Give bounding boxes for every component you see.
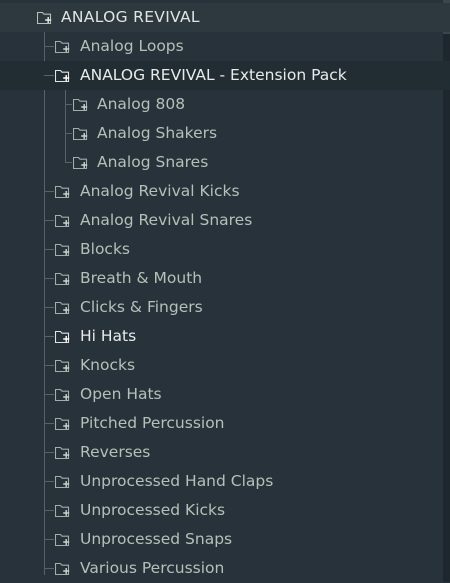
folder-add-icon (55, 504, 71, 518)
tree-folder-item[interactable]: Various Percussion (0, 554, 450, 583)
tree-branch-line (65, 104, 72, 105)
tree-folder-item[interactable]: Reverses (0, 438, 450, 467)
tree-folder-label: Knocks (80, 356, 136, 374)
folder-add-icon (55, 330, 71, 344)
tree-folder-item[interactable]: Breath & Mouth (0, 264, 450, 293)
tree-branch-line (44, 423, 54, 424)
tree-folder-label: Unprocessed Kicks (80, 501, 226, 519)
tree-branch-line (44, 278, 54, 279)
tree-branch-line (65, 133, 72, 134)
tree-folder-label: Analog Loops (80, 37, 184, 55)
tree-folder-item[interactable]: Analog Revival Snares (0, 206, 450, 235)
tree-root-folder[interactable]: ANALOG REVIVAL (0, 3, 450, 32)
tree-folder-label: Analog 808 (97, 95, 186, 113)
tree-folder-item[interactable]: ANALOG REVIVAL - Extension Pack (0, 61, 450, 90)
folder-add-icon (55, 359, 71, 373)
tree-branch-line (44, 452, 54, 453)
folder-add-icon (73, 156, 89, 170)
tree-root-label: ANALOG REVIVAL (61, 8, 200, 26)
tree-branch-line (44, 46, 54, 47)
tree-folder-item[interactable]: Unprocessed Kicks (0, 496, 450, 525)
tree-branch-line (44, 394, 54, 395)
tree-branch-line (44, 249, 54, 250)
tree-folder-label: Reverses (80, 443, 151, 461)
tree-folder-item[interactable]: Unprocessed Hand Claps (0, 467, 450, 496)
tree-folder-item[interactable]: Unprocessed Snaps (0, 525, 450, 554)
folder-add-icon (73, 98, 89, 112)
folder-add-icon (55, 562, 71, 576)
tree-folder-item[interactable]: Analog Revival Kicks (0, 177, 450, 206)
tree-folder-item[interactable]: Analog 808 (0, 90, 450, 119)
tree-folder-item[interactable]: Pitched Percussion (0, 409, 450, 438)
tree-folder-label: ANALOG REVIVAL - Extension Pack (80, 66, 347, 84)
folder-add-icon (55, 446, 71, 460)
tree-branch-line (44, 481, 54, 482)
tree-folder-label: Hi Hats (80, 327, 137, 345)
tree-branch-line (44, 220, 54, 221)
tree-branch-line (44, 307, 54, 308)
tree-folder-label: Various Percussion (80, 559, 225, 577)
tree-folder-item[interactable]: Open Hats (0, 380, 450, 409)
folder-add-icon (55, 214, 71, 228)
tree-folder-label: Unprocessed Snaps (80, 530, 233, 548)
folder-add-icon (55, 388, 71, 402)
tree-branch-line (44, 191, 54, 192)
tree-folder-label: Breath & Mouth (80, 269, 203, 287)
tree-folder-item[interactable]: Hi Hats (0, 322, 450, 351)
tree-branch-line (44, 568, 54, 569)
folder-add-icon (55, 243, 71, 257)
folder-add-icon (55, 417, 71, 431)
tree-folder-label: Unprocessed Hand Claps (80, 472, 274, 490)
tree-folder-label: Analog Snares (97, 153, 209, 171)
tree-folder-item[interactable]: Knocks (0, 351, 450, 380)
tree-folder-label: Analog Revival Kicks (80, 182, 240, 200)
tree-folder-item[interactable]: Analog Snares (0, 148, 450, 177)
folder-add-icon (55, 185, 71, 199)
folder-add-icon (55, 301, 71, 315)
tree-folder-label: Clicks & Fingers (80, 298, 203, 316)
folder-add-icon (55, 533, 71, 547)
tree-folder-item[interactable]: Analog Shakers (0, 119, 450, 148)
tree-branch-line (44, 510, 54, 511)
folder-add-icon (55, 475, 71, 489)
tree-folder-label: Pitched Percussion (80, 414, 225, 432)
tree-folder-item[interactable]: Blocks (0, 235, 450, 264)
tree-folder-item[interactable]: Analog Loops (0, 32, 450, 61)
tree-branch-line (44, 365, 54, 366)
folder-add-icon (55, 272, 71, 286)
folder-add-icon (73, 127, 89, 141)
tree-folder-label: Analog Revival Snares (80, 211, 253, 229)
tree-branch-line (44, 336, 54, 337)
tree-folder-label: Blocks (80, 240, 130, 258)
folder-add-icon (55, 40, 71, 54)
folder-add-icon (55, 69, 71, 83)
tree-branch-line (65, 162, 72, 163)
tree-folder-label: Open Hats (80, 385, 162, 403)
tree-branch-line (44, 75, 54, 76)
tree-folder-item[interactable]: Clicks & Fingers (0, 293, 450, 322)
tree-branch-line (44, 539, 54, 540)
file-browser-tree: ANALOG REVIVAL Analog Loops ANALOG REVIVA… (0, 0, 450, 582)
folder-add-icon (37, 11, 53, 25)
tree-folder-label: Analog Shakers (97, 124, 218, 142)
